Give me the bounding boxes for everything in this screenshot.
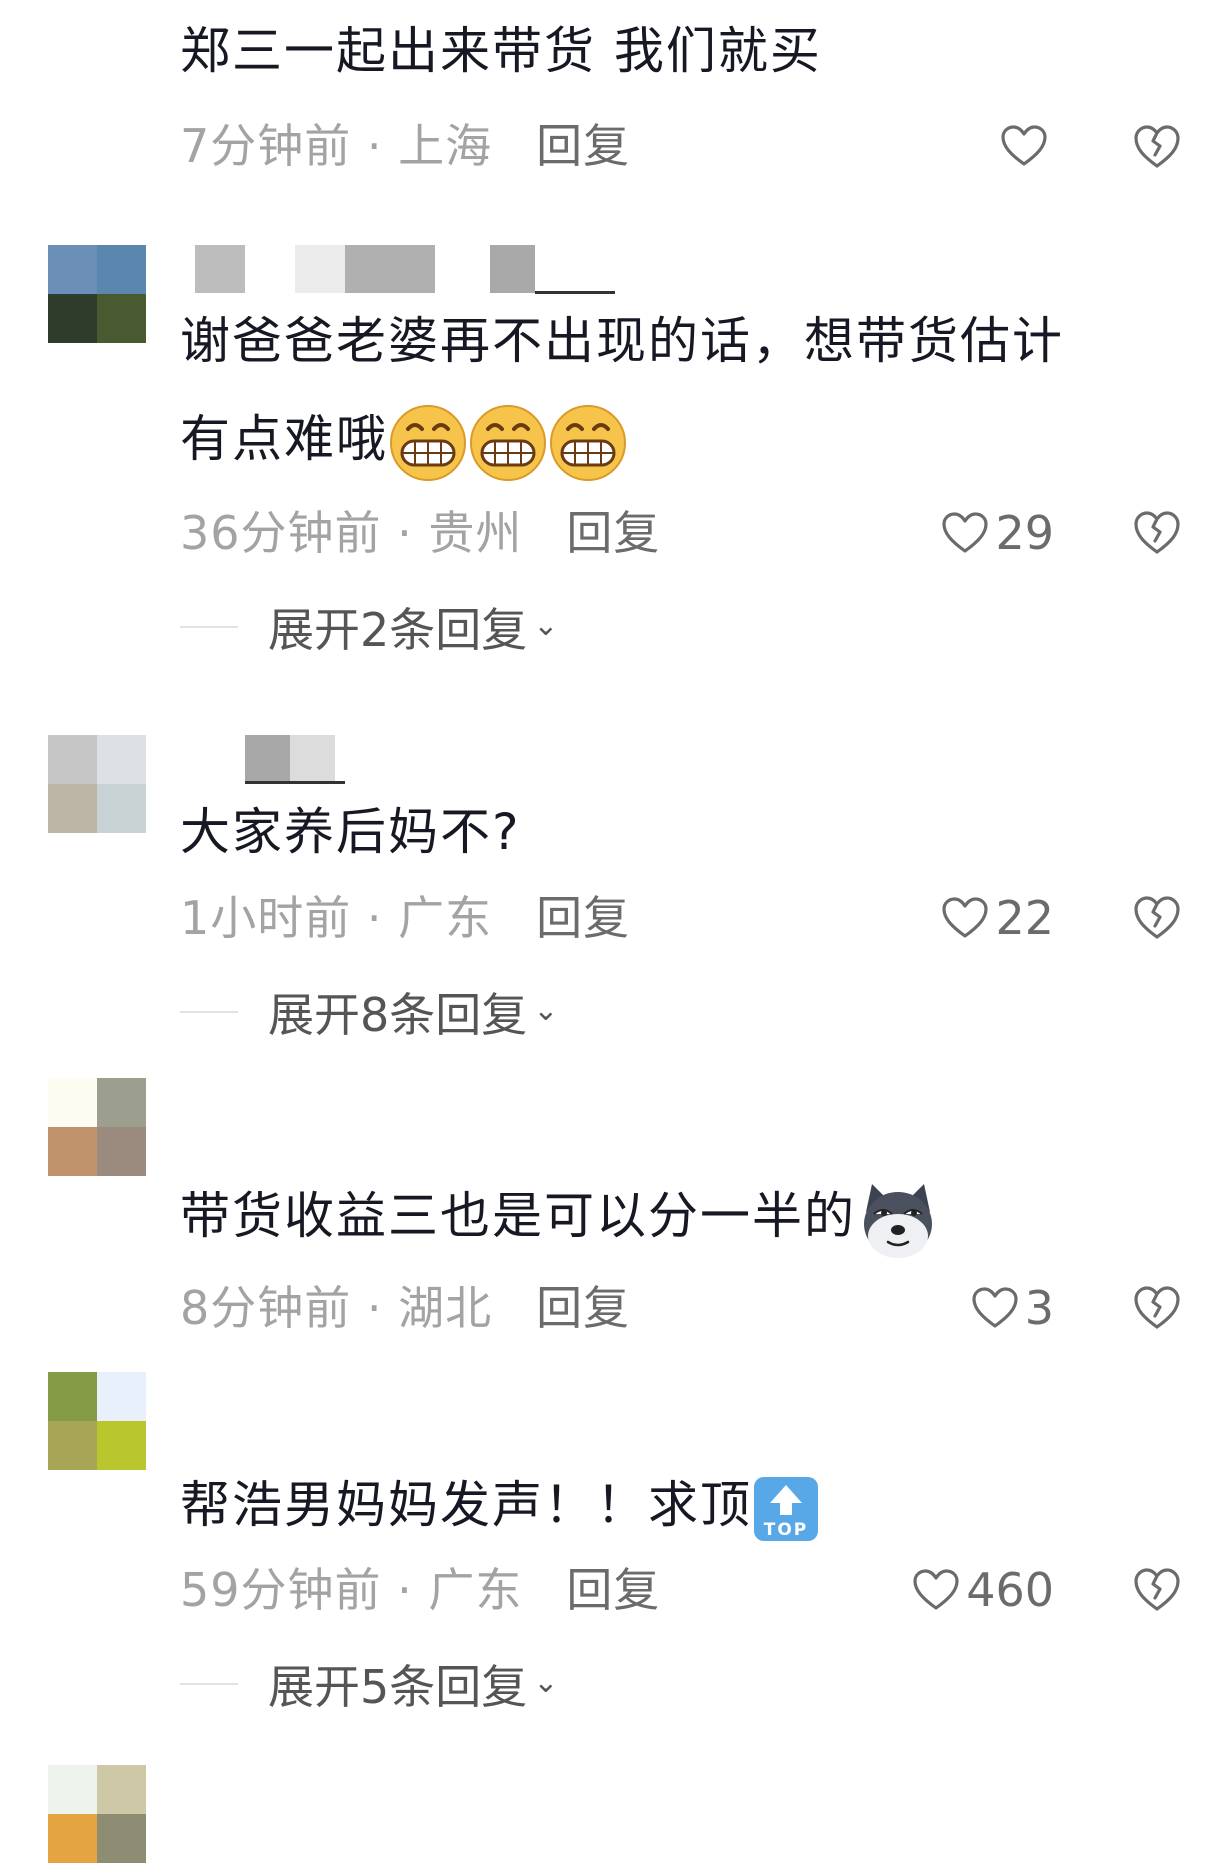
reply-button[interactable]: 回复 xyxy=(566,1563,660,1617)
heart-icon xyxy=(913,1569,959,1610)
expand-label: 展开8条回复 xyxy=(268,988,528,1042)
comment-meta: 36分钟前 · 贵州 回复 xyxy=(180,503,660,563)
like-count: 22 xyxy=(995,891,1054,945)
comment-time: 8分钟前 xyxy=(180,1281,352,1335)
broken-heart-icon[interactable] xyxy=(1132,893,1182,943)
husky-emoji xyxy=(864,1183,932,1258)
broken-heart-icon[interactable] xyxy=(1132,1283,1182,1333)
comment-region: 上海 xyxy=(398,119,493,173)
comment-time: 36分钟前 xyxy=(180,506,382,560)
comment-meta: 7分钟前 · 上海 回复 xyxy=(180,116,630,176)
expand-replies-button[interactable]: 展开8条回复 ⌄ xyxy=(180,982,558,1042)
broken-heart-icon[interactable] xyxy=(1132,1565,1182,1615)
chevron-down-icon: ⌄ xyxy=(533,992,559,1028)
expand-line xyxy=(180,1683,238,1685)
comment-time: 59分钟前 xyxy=(180,1563,382,1617)
reply-button[interactable]: 回复 xyxy=(536,891,630,945)
grin-emoji xyxy=(550,404,626,481)
grin-emoji xyxy=(470,404,546,481)
heart-icon xyxy=(942,512,989,553)
avatar[interactable] xyxy=(48,1372,146,1470)
like-button[interactable] xyxy=(1000,116,1054,176)
broken-heart-icon[interactable] xyxy=(1132,122,1182,172)
comment-time: 1小时前 xyxy=(180,891,352,945)
like-count: 460 xyxy=(966,1563,1054,1617)
svg-text:TOP: TOP xyxy=(764,1520,809,1540)
heart-icon xyxy=(1001,125,1047,166)
comment-region: 广东 xyxy=(398,891,493,945)
like-count: 29 xyxy=(995,506,1054,560)
meta-separator: · xyxy=(351,1281,399,1335)
avatar[interactable] xyxy=(48,1078,146,1176)
username-blurred[interactable] xyxy=(195,735,345,784)
expand-label: 展开2条回复 xyxy=(268,603,528,657)
comment-text: 郑三一起出来带货 我们就买 xyxy=(180,22,822,80)
chevron-down-icon: ⌄ xyxy=(533,607,559,643)
avatar[interactable] xyxy=(48,1765,146,1863)
like-button[interactable]: 22 xyxy=(941,888,1054,948)
expand-line xyxy=(180,1011,238,1013)
comment-time: 7分钟前 xyxy=(180,119,352,173)
avatar[interactable] xyxy=(48,245,146,343)
top-arrow-emoji: TOP xyxy=(754,1476,818,1541)
expand-replies-button[interactable]: 展开2条回复 ⌄ xyxy=(180,597,558,657)
comment-region: 贵州 xyxy=(428,506,523,560)
reply-button[interactable]: 回复 xyxy=(566,506,660,560)
comment-meta: 8分钟前 · 湖北 回复 xyxy=(180,1278,630,1338)
expand-replies-button[interactable]: 展开5条回复 ⌄ xyxy=(180,1654,558,1714)
avatar[interactable] xyxy=(48,0,146,40)
avatar[interactable] xyxy=(48,735,146,833)
comment-text: 谢爸爸老婆再不出现的话，想带货估计 xyxy=(180,312,1064,370)
meta-separator: · xyxy=(381,1563,429,1617)
meta-separator: · xyxy=(351,891,399,945)
expand-label: 展开5条回复 xyxy=(268,1660,528,1714)
like-button[interactable]: 29 xyxy=(941,503,1054,563)
meta-separator: · xyxy=(381,506,429,560)
like-button[interactable]: 3 xyxy=(971,1278,1054,1338)
comment-region: 广东 xyxy=(428,1563,523,1617)
broken-heart-icon[interactable] xyxy=(1132,508,1182,558)
comment-region: 湖北 xyxy=(398,1281,493,1335)
comment-text: 带货收益三也是可以分一半的 xyxy=(180,1167,940,1265)
heart-icon xyxy=(942,897,989,938)
expand-line xyxy=(180,626,238,628)
comment-text: 大家养后妈不? xyxy=(180,803,521,861)
like-count: 3 xyxy=(1024,1281,1054,1335)
comment-meta: 59分钟前 · 广东 回复 xyxy=(180,1560,660,1620)
meta-separator: · xyxy=(351,119,399,173)
heart-icon xyxy=(972,1287,1018,1328)
comment-text: 帮浩男妈妈发声！！求顶 TOP xyxy=(180,1456,820,1554)
reply-button[interactable]: 回复 xyxy=(536,119,630,173)
comment-text-line2: 有点难哦 xyxy=(180,390,628,488)
grin-emoji xyxy=(390,404,466,481)
reply-button[interactable]: 回复 xyxy=(536,1281,630,1335)
username-blurred[interactable] xyxy=(195,245,615,294)
like-button[interactable]: 460 xyxy=(912,1560,1054,1620)
chevron-down-icon: ⌄ xyxy=(533,1664,559,1700)
comment-meta: 1小时前 · 广东 回复 xyxy=(180,888,630,948)
